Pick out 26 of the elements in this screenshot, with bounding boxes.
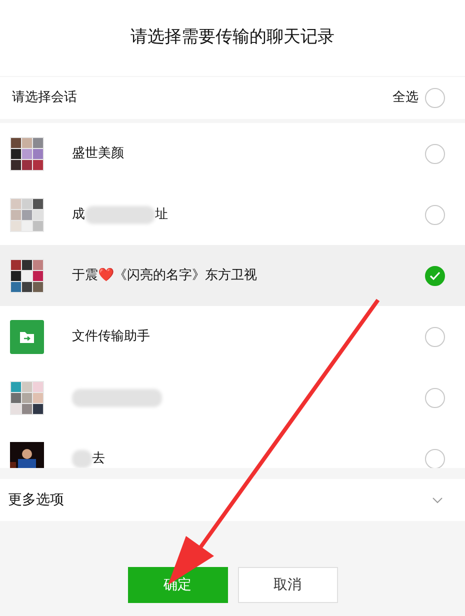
more-options-row[interactable]: 更多选项	[0, 479, 465, 521]
folder-icon	[10, 320, 44, 354]
chat-checkbox[interactable]	[425, 326, 445, 346]
chat-name: 去	[92, 450, 105, 468]
chat-name: 盛世美颜	[72, 144, 124, 163]
chat-row[interactable]: 去	[0, 428, 465, 468]
dialog-title: 请选择需要传输的聊天记录	[130, 26, 334, 50]
chat-name: 址	[155, 206, 168, 224]
check-icon	[429, 270, 441, 280]
chat-row[interactable]: 盛世美颜	[0, 123, 465, 184]
chat-checkbox[interactable]	[425, 204, 445, 224]
chevron-icon	[432, 496, 443, 504]
chat-checkbox[interactable]	[425, 144, 445, 164]
chat-row[interactable]: 文件传输助手	[0, 306, 465, 367]
select-all-checkbox[interactable]	[425, 88, 445, 108]
cancel-button[interactable]: 取消	[238, 567, 338, 603]
chat-row[interactable]: 于震❤《闪亮的名字》东方卫视	[0, 245, 465, 306]
chat-row[interactable]: 成 址	[0, 184, 465, 245]
chat-checkbox[interactable]	[425, 266, 445, 286]
section-label: 请选择会话	[12, 89, 78, 108]
chat-checkbox[interactable]	[425, 388, 445, 408]
chat-checkbox[interactable]	[425, 448, 445, 468]
chat-name: 于震❤《闪亮的名字》东方卫视	[72, 266, 257, 285]
select-all-label[interactable]: 全选	[392, 88, 418, 108]
chat-name: 文件传输助手	[72, 328, 150, 346]
chat-name: 成	[72, 206, 85, 224]
